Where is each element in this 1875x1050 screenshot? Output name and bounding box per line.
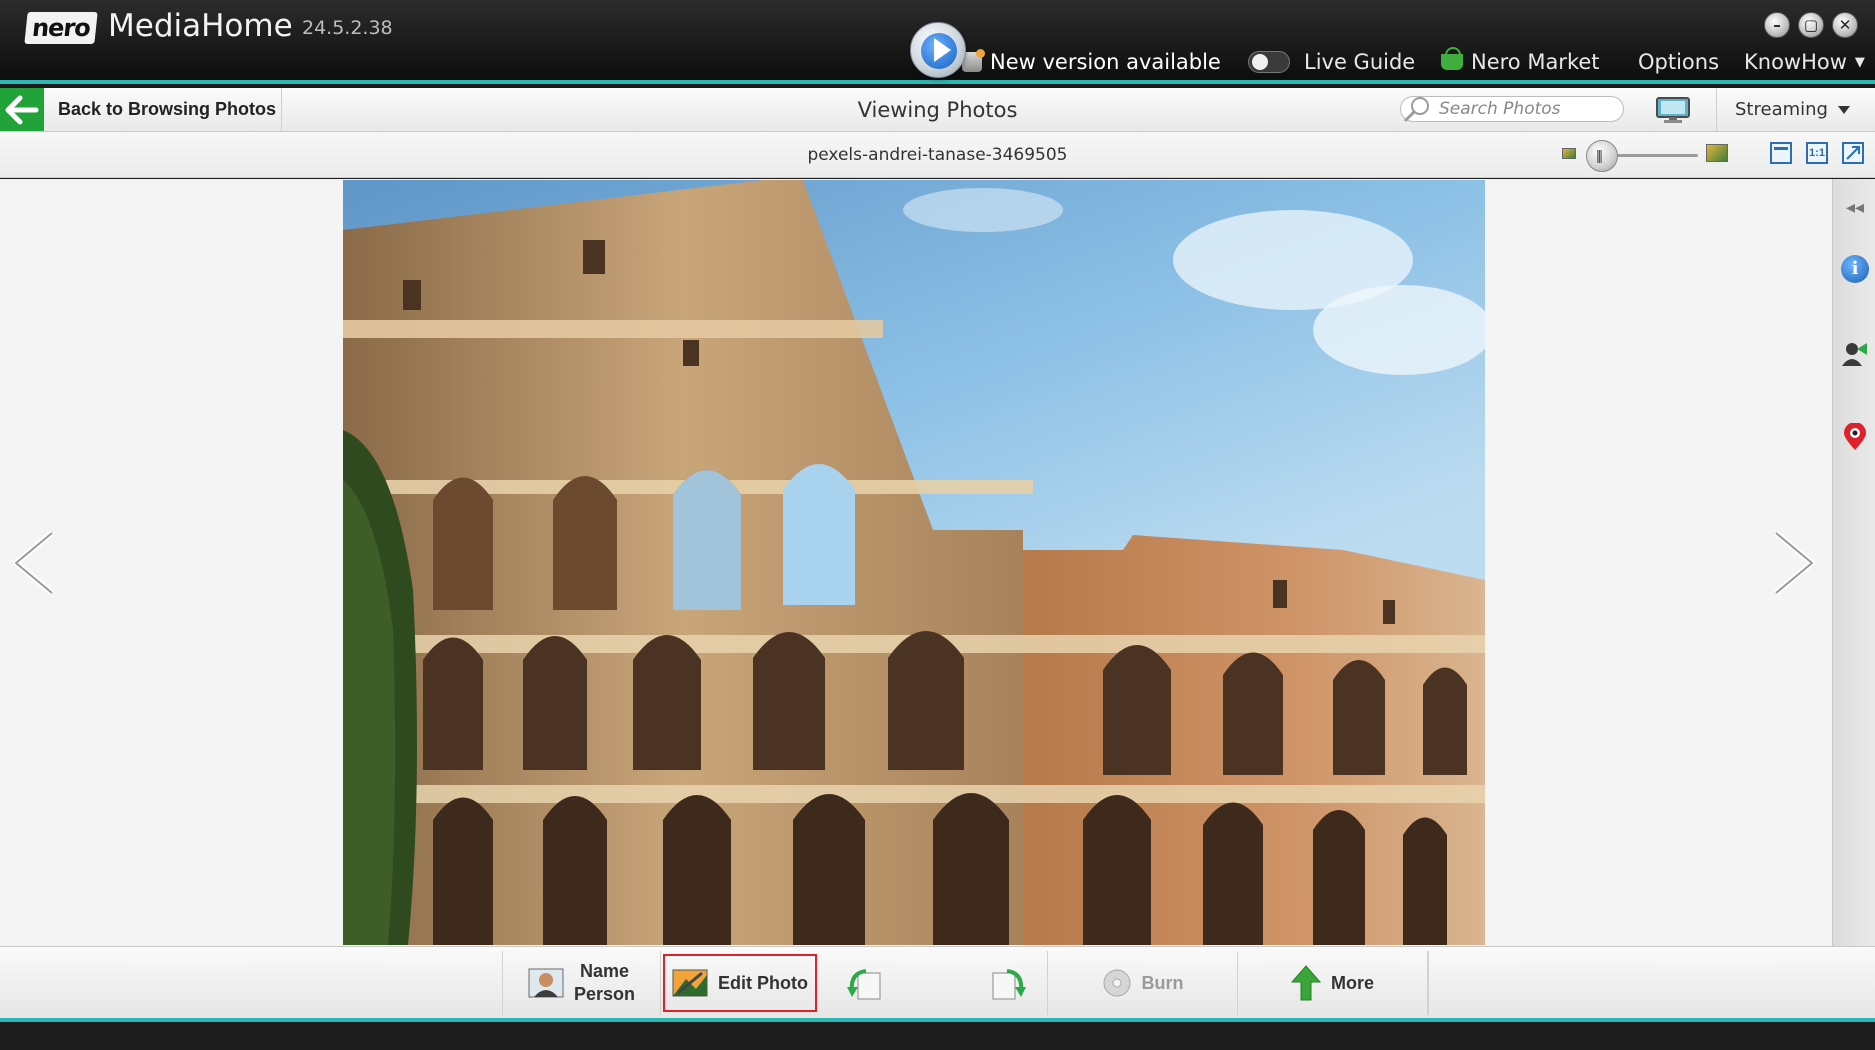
disc-burn-icon (1103, 969, 1130, 997)
burn-label: Burn (1141, 972, 1184, 993)
back-to-browsing-button[interactable]: Back to Browsing Photos (0, 88, 282, 131)
monitor-icon[interactable] (1655, 96, 1691, 124)
arrow-up-icon (1290, 965, 1321, 1001)
edit-photo-button[interactable]: Edit Photo (663, 954, 817, 1012)
more-label: More (1330, 972, 1374, 993)
live-guide-toggle[interactable]: Live Guide (1248, 50, 1415, 74)
app-version: 24.5.2.38 (302, 17, 393, 39)
chevron-right-icon[interactable] (1772, 531, 1816, 595)
toggle-switch[interactable] (1248, 51, 1290, 73)
back-arrow-icon (0, 88, 44, 131)
search-input[interactable]: Search Photos (1400, 96, 1624, 122)
file-info-bar: pexels-andrei-tanase-3469505 1:1 (0, 132, 1875, 178)
new-version-label: New version available (990, 50, 1221, 74)
fit-screen-icon (1846, 146, 1860, 160)
close-icon: ✕ (1838, 16, 1852, 34)
app-title: MediaHome (108, 8, 293, 44)
info-icon[interactable]: i (1841, 255, 1869, 283)
search-icon[interactable] (1402, 94, 1432, 124)
name-person-button[interactable]: Name Person (503, 951, 661, 1015)
fit-screen-button[interactable] (1842, 142, 1864, 164)
rotate-left-icon[interactable] (846, 965, 884, 1003)
person-tag-icon[interactable] (1841, 339, 1869, 367)
zoom-out-image-icon[interactable] (1562, 148, 1576, 159)
streaming-label: Streaming (1735, 99, 1828, 120)
chevron-down-icon: ▼ (1854, 54, 1865, 70)
chevron-down-icon (1837, 105, 1850, 114)
photo-viewer (0, 179, 1832, 946)
nero-market-label: Nero Market (1471, 50, 1600, 74)
fit-width-button[interactable] (1770, 142, 1792, 164)
knowhow-menu[interactable]: KnowHow ▼ (1744, 50, 1865, 74)
options-menu[interactable]: Options (1638, 50, 1719, 74)
side-panel: ◂◂ i (1832, 179, 1875, 946)
zoom-slider-thumb[interactable] (1586, 140, 1618, 172)
location-pin-icon[interactable] (1841, 423, 1869, 451)
new-version-link[interactable]: New version available (962, 49, 1221, 74)
options-label: Options (1638, 50, 1720, 74)
minimize-button[interactable]: – (1764, 12, 1790, 38)
more-button[interactable]: More (1238, 951, 1428, 1015)
rotate-play-group (826, 951, 1048, 1015)
play-icon (934, 38, 951, 62)
nero-market-link[interactable]: Nero Market (1441, 47, 1600, 74)
live-guide-label: Live Guide (1304, 50, 1416, 74)
bottom-strip (0, 1018, 1875, 1050)
edit-photo-icon (672, 969, 708, 997)
chevron-left-icon[interactable] (12, 531, 56, 595)
streaming-dropdown[interactable]: Streaming (1716, 88, 1875, 131)
name-person-label: Name Person (573, 961, 636, 1004)
viewer-toolbar: Back to Browsing Photos Viewing Photos S… (0, 88, 1875, 132)
burn-button[interactable]: Burn (1048, 951, 1238, 1015)
back-label: Back to Browsing Photos (58, 99, 277, 119)
divider (1428, 951, 1429, 1015)
action-bar: Name Person Edit Photo Burn More (0, 946, 1875, 1018)
collapse-icon[interactable]: ◂◂ (1841, 193, 1869, 221)
maximize-icon: ▢ (1803, 16, 1819, 34)
person-photo-icon (528, 968, 564, 998)
basket-icon (1441, 47, 1463, 70)
close-button[interactable]: ✕ (1832, 12, 1858, 38)
colosseum-photo (343, 180, 1485, 945)
zoom-in-image-icon[interactable] (1706, 144, 1728, 162)
actual-size-button[interactable]: 1:1 (1806, 142, 1828, 164)
minimize-icon: – (1773, 16, 1781, 34)
nero-logo: nero (24, 12, 98, 44)
maximize-button[interactable]: ▢ (1798, 12, 1824, 38)
knowhow-label: KnowHow (1744, 50, 1847, 74)
edit-photo-label: Edit Photo (718, 972, 808, 993)
rotate-right-icon[interactable] (989, 965, 1027, 1003)
